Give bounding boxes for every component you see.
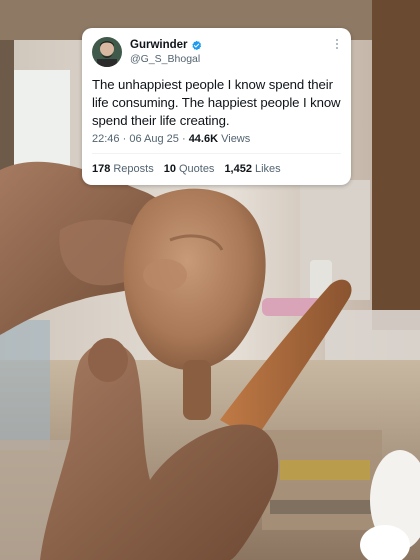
tweet-time[interactable]: 22:46	[92, 133, 120, 145]
tweet-date[interactable]: 06 Aug 25	[129, 133, 179, 145]
quotes-label: Quotes	[178, 163, 215, 175]
meta-separator: ·	[122, 133, 127, 145]
reposts-label: Reposts	[113, 163, 154, 175]
tweet-meta: 22:46 · 06 Aug 25 · 44.6K Views	[92, 133, 341, 145]
quotes-count: 10	[163, 163, 176, 175]
user-handle[interactable]: @G_S_Bhogal	[130, 53, 202, 66]
views-count: 44.6K	[188, 133, 219, 145]
reposts-stat[interactable]: 178 Reposts	[92, 163, 154, 175]
likes-label: Likes	[254, 163, 281, 175]
likes-stat[interactable]: 1,452 Likes	[224, 163, 280, 175]
likes-count: 1,452	[224, 163, 252, 175]
tweet-card[interactable]: Gurwinder @G_S_Bhogal The unhappiest peo…	[82, 28, 351, 185]
avatar[interactable]	[92, 37, 122, 67]
display-name[interactable]: Gurwinder	[130, 39, 188, 53]
tweet-header: Gurwinder @G_S_Bhogal	[92, 35, 341, 69]
avatar-image	[92, 37, 122, 67]
engagement-stats: 178 Reposts 10 Quotes 1,452 Likes	[92, 154, 341, 184]
tweet-text: The unhappiest people I know spend their…	[92, 77, 341, 128]
video-frame: Gurwinder @G_S_Bhogal The unhappiest peo…	[0, 0, 420, 560]
views-label: Views	[221, 133, 251, 145]
name-row: Gurwinder	[130, 39, 202, 53]
verified-badge-icon	[191, 40, 201, 51]
more-options-icon[interactable]	[335, 38, 339, 50]
name-block: Gurwinder @G_S_Bhogal	[130, 39, 202, 65]
quotes-stat[interactable]: 10 Quotes	[164, 163, 215, 175]
meta-separator: ·	[181, 133, 186, 145]
reposts-count: 178	[92, 163, 111, 175]
